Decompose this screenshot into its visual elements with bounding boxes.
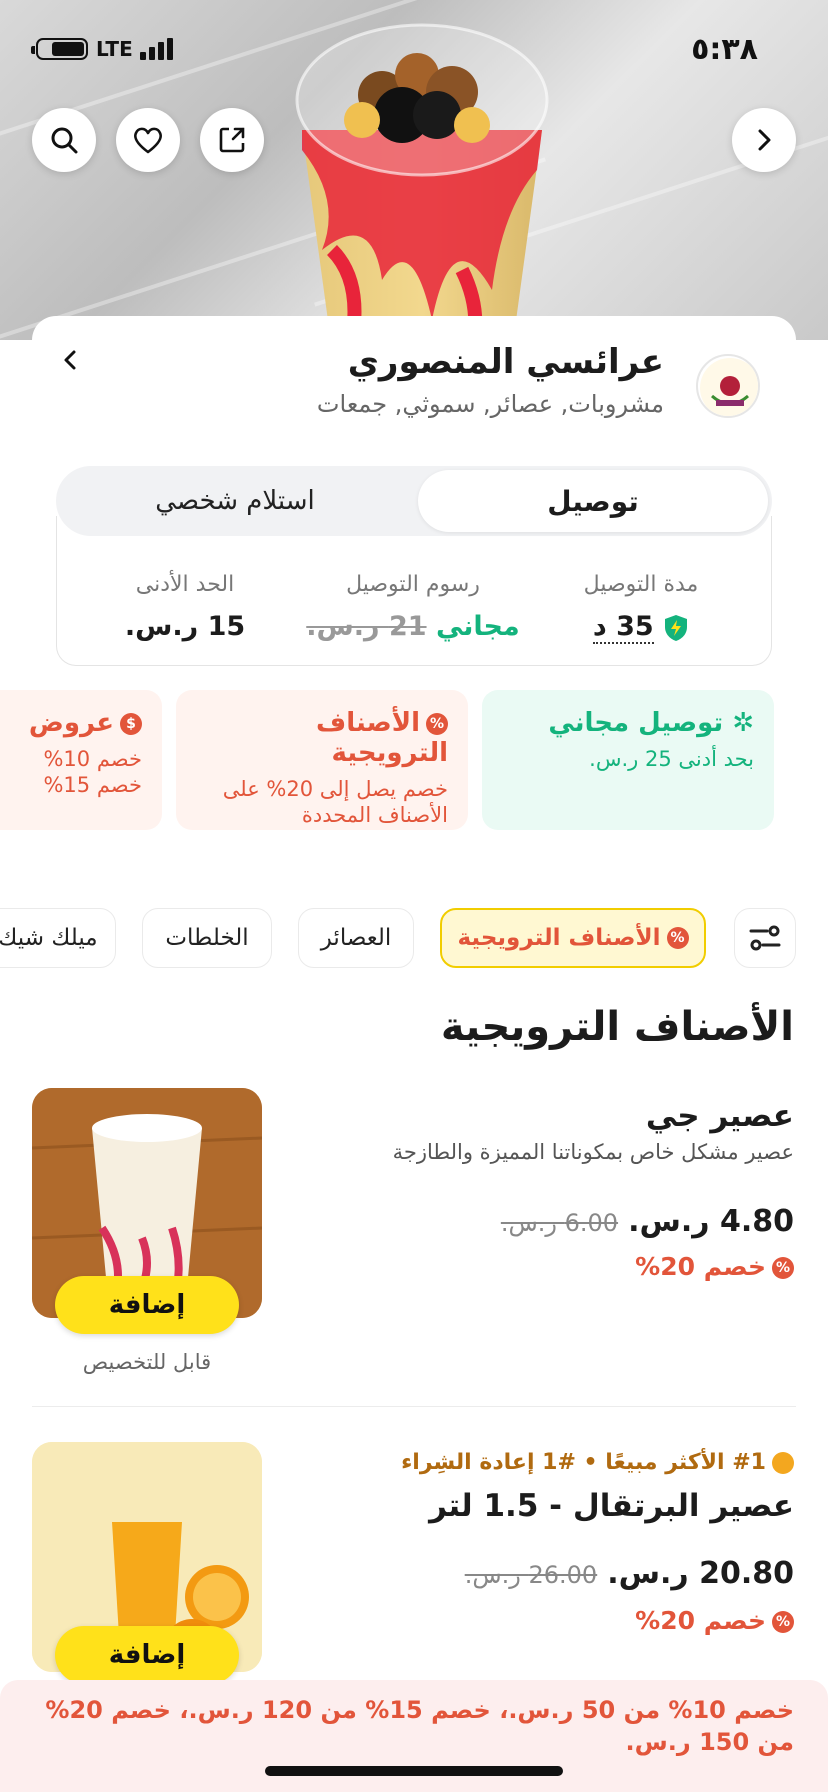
tab-delivery[interactable]: توصيل [418,470,768,532]
tab-mixes[interactable]: الخلطات [142,908,272,968]
promo-promotional-items[interactable]: %الأصناف الترويجية خصم يصل إلى 20% على ا… [176,690,468,830]
sparkle-icon: ✲ [723,708,754,738]
chevron-left-icon [64,350,76,370]
filter-button[interactable] [734,908,796,968]
medal-icon [772,1452,794,1474]
item-discount: %خصم 20% [635,1606,794,1635]
delivery-fee: رسوم التوصيل مجاني 21 ر.س. [306,572,520,642]
percent-icon: % [772,1257,794,1279]
network-label: LTE [96,37,133,61]
item-old-price: 26.00 ر.س. [464,1561,598,1589]
item-price: 4.80 ر.س.6.00 ر.س. [500,1204,794,1239]
heart-icon [134,127,162,154]
tab-juices[interactable]: العصائر [298,908,414,968]
store-logo [696,354,760,418]
item-name: عصير جي [645,1098,794,1134]
add-button[interactable]: إضافة [55,1626,239,1684]
item-price: 20.80 ر.س.26.00 ر.س. [464,1556,794,1591]
delivery-mode-toggle: توصيل استلام شخصي [56,466,772,536]
status-time: ٥:٣٨ [691,32,758,67]
delivery-info-box: مدة التوصيل 35 د رسوم التوصيل مجاني 21 ر… [56,516,772,666]
delivery-duration: مدة التوصيل 35 د [583,572,699,644]
back-button[interactable] [732,108,796,172]
customizable-label: قابل للتخصيص [82,1350,212,1374]
tab-milkshake[interactable]: ميلك شيك [0,908,116,968]
item-old-price: 6.00 ر.س. [500,1209,619,1237]
percent-icon: % [772,1611,794,1633]
tab-pickup[interactable]: استلام شخصي [60,470,410,532]
item-discount: %خصم 20% [635,1252,794,1281]
promo-offers[interactable]: $عروض خصم 10% خصم 15% [0,690,162,830]
percent-icon: % [426,712,448,735]
divider [32,1406,796,1407]
store-name: عرائسي المنصوري [347,342,664,382]
item-description: عصير مشكل خاص بمكوناتنا المميزة والطازجة [392,1140,794,1164]
filter-icon [749,925,781,951]
home-indicator [265,1766,563,1776]
promo-cards: ✲ توصيل مجاني بحد أدنى 25 ر.س. %الأصناف … [0,690,796,830]
store-info-card: عرائسي المنصوري مشروبات, عصائر, سموثي, ج… [0,316,796,852]
smoothie-cup-image [295,23,549,340]
tab-promotional-items[interactable]: % الأصناف الترويجية [440,908,706,968]
store-details-button[interactable] [60,346,80,382]
favorite-button[interactable] [116,108,180,172]
minimum-order: الحد الأدنى 15 ر.س. [124,572,246,642]
battery-icon [31,38,88,60]
status-bar: LTE ٥:٣٨ [0,28,828,68]
section-title: الأصناف الترويجية [440,1004,794,1050]
share-icon [219,127,245,153]
chevron-right-icon [758,129,771,151]
item-badges: #1 الأكثر مبيعًا • #1 إعادة الشِراء [401,1450,794,1475]
share-button[interactable] [200,108,264,172]
shield-bolt-icon [663,614,689,642]
search-button[interactable] [32,108,96,172]
store-tags: مشروبات, عصائر, سموثي, جمعات [316,390,664,418]
category-tabs: % الأصناف الترويجية العصائر الخلطات ميلك … [0,908,828,972]
search-icon [51,127,78,154]
percent-icon: % [666,927,689,949]
signal-icon [140,38,176,60]
hero-image: LTE ٥:٣٨ [0,0,828,340]
dollar-icon: $ [120,712,142,735]
item-name: عصير البرتقال - 1.5 لتر [429,1488,794,1524]
promo-free-delivery[interactable]: ✲ توصيل مجاني بحد أدنى 25 ر.س. [482,690,774,830]
add-button[interactable]: إضافة [55,1276,239,1334]
